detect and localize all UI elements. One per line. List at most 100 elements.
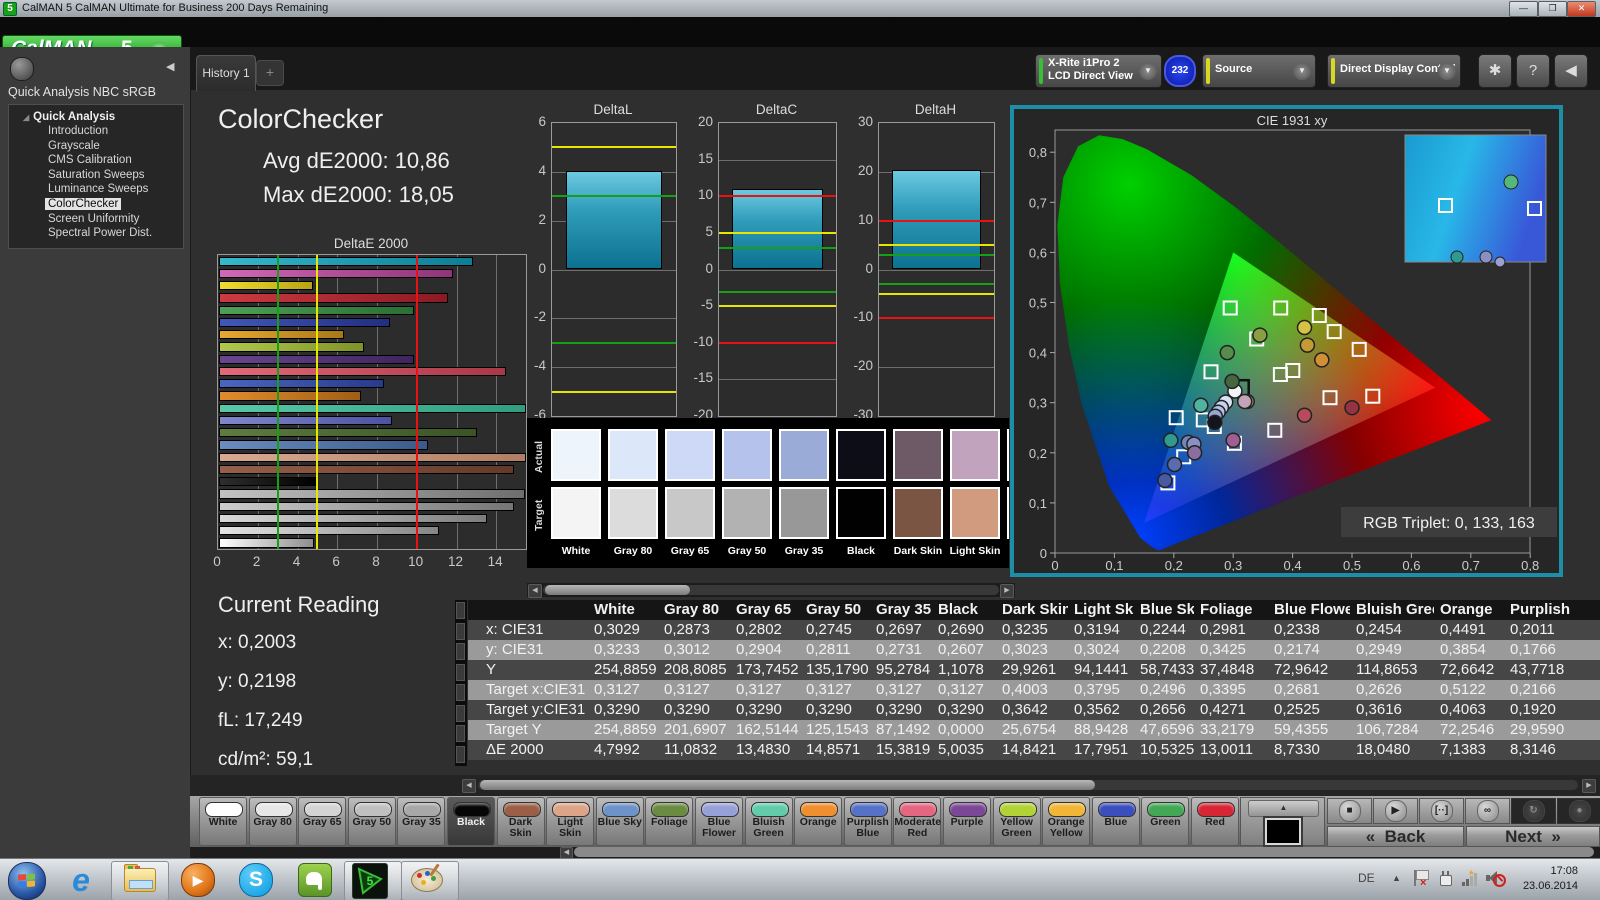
patch-button-bluish-green[interactable]: Bluish Green	[744, 797, 793, 846]
close-button[interactable]: ✕	[1567, 1, 1596, 17]
patch-button-blue[interactable]: Blue	[1091, 797, 1140, 846]
svg-text:0,2: 0,2	[1029, 446, 1047, 461]
stop-button[interactable]: ■	[1327, 798, 1372, 824]
patch-button-dark-skin[interactable]: Dark Skin	[496, 797, 545, 846]
actual-swatch-gray-80	[608, 429, 658, 481]
patch-button-purplish-blue[interactable]: Purplish Blue	[843, 797, 892, 846]
paint-icon[interactable]	[409, 863, 445, 894]
restore-button[interactable]: ❐	[1538, 1, 1567, 17]
table-row: Y 254,8859 208,8085 173,7452 135,1790 95,2784…	[468, 660, 1600, 680]
next-button[interactable]: Next »	[1466, 826, 1600, 847]
measure-continuous-button[interactable]: ∞	[1465, 798, 1510, 824]
patch-button-black[interactable]: Black	[447, 797, 495, 846]
patch-button-gray-80[interactable]: Gray 80	[248, 797, 297, 846]
refresh-button[interactable]: ↻	[1511, 798, 1556, 824]
scroll-right-icon[interactable]: ▶	[1582, 779, 1596, 793]
sidebar-item-grayscale[interactable]: Grayscale	[45, 139, 183, 154]
table-cell: 7,1383	[1440, 741, 1486, 758]
panel-collapse-icon[interactable]: ◀	[1554, 54, 1588, 88]
source-dropdown[interactable]: Source ▼	[1202, 54, 1316, 88]
measure-once-button[interactable]: [··]	[1419, 798, 1464, 824]
patch-button-moderate-red[interactable]: Moderate Red	[893, 797, 942, 846]
sidebar-item-colorchecker[interactable]: ColorChecker	[45, 197, 183, 212]
y-tick-label: 20	[857, 162, 873, 178]
windows-explorer-icon[interactable]	[124, 864, 156, 892]
swatch-compare-panel: Actual Target White Gray 80 Gray 65 Gray 50 Gr…	[527, 418, 1009, 568]
start-button-icon[interactable]	[8, 862, 46, 900]
sidebar-item-spectral-power-dist-[interactable]: Spectral Power Dist.	[45, 226, 183, 241]
scrollbar-thumb[interactable]	[480, 780, 1095, 790]
patch-button-label: White	[208, 816, 238, 828]
add-tab-button[interactable]: +	[256, 60, 284, 86]
tree-expand-icon[interactable]: ◢	[23, 113, 29, 122]
meter-dropdown[interactable]: X-Rite i1Pro 2 LCD Direct View ▼	[1035, 54, 1162, 88]
display-control-dropdown[interactable]: Direct Display Control ▼	[1327, 54, 1461, 88]
minimize-button[interactable]: —	[1509, 1, 1538, 17]
sidebar-item-luminance-sweeps[interactable]: Luminance Sweeps	[45, 182, 183, 197]
sidebar-item-saturation-sweeps[interactable]: Saturation Sweeps	[45, 168, 183, 183]
patch-button-light-skin[interactable]: Light Skin	[546, 797, 595, 846]
sidebar-knob-button[interactable]	[10, 57, 34, 81]
table-cell: 0,2166	[1510, 681, 1556, 698]
scrollbar-thumb[interactable]	[545, 585, 690, 595]
skype-icon[interactable]: S	[239, 863, 273, 897]
table-cell: 0,2873	[664, 621, 710, 638]
table-cell: 0,3562	[1074, 701, 1120, 718]
sidebar-collapse-icon[interactable]: ◀	[166, 60, 174, 73]
patch-color-pill	[601, 802, 640, 817]
table-scrollbar[interactable]: ◀	[190, 847, 1600, 859]
patch-button-gray-50[interactable]: Gray 50	[347, 797, 396, 846]
row-marker	[456, 602, 465, 619]
chevron-down-icon[interactable]: ▼	[1438, 62, 1456, 80]
deltae-bar-foliage	[219, 428, 478, 438]
scroll-right-icon[interactable]: ▶	[1000, 584, 1014, 598]
tray-clock[interactable]: 17:08 23.06.2014	[1523, 864, 1578, 894]
record-button[interactable]: ●	[1557, 798, 1600, 824]
tree-root[interactable]: ◢ Quick Analysis	[23, 111, 183, 123]
patch-button-orange-yellow[interactable]: Orange Yellow	[1042, 797, 1091, 846]
column-header: Light Skin	[1074, 601, 1134, 618]
help-icon[interactable]: ?	[1516, 54, 1550, 88]
settings-gear-icon[interactable]: ✱	[1478, 54, 1512, 88]
table-cell: 0,2697	[876, 621, 922, 638]
patch-button-green[interactable]: Green	[1141, 797, 1190, 846]
row-marker	[456, 704, 465, 722]
hidden-icons-arrow-icon[interactable]: ▲	[1392, 873, 1401, 883]
play-button[interactable]: ▶	[1373, 798, 1418, 824]
table-cell: 94,1441	[1074, 661, 1129, 678]
patch-button-blue-flower[interactable]: Blue Flower	[695, 797, 743, 846]
patch-button-yellow-green[interactable]: Yellow Green	[992, 797, 1041, 846]
language-indicator[interactable]: DE	[1358, 871, 1375, 885]
svg-text:0,4: 0,4	[1029, 346, 1047, 361]
actual-swatch-gray-35	[779, 429, 829, 481]
patch-button-white[interactable]: White	[199, 797, 247, 846]
patch-button-foliage[interactable]: Foliage	[645, 797, 694, 846]
sidebar-item-introduction[interactable]: Introduction	[45, 124, 183, 139]
sidebar-item-screen-uniformity[interactable]: Screen Uniformity	[45, 212, 183, 227]
table-cell: 0,3012	[664, 641, 710, 658]
back-button[interactable]: « Back	[1327, 826, 1464, 847]
patch-button-gray-65[interactable]: Gray 65	[298, 797, 347, 846]
patch-button-blue-sky[interactable]: Blue Sky	[595, 797, 644, 846]
calman-taskbar-icon[interactable]: 5	[352, 863, 388, 899]
sidebar-item-cms-calibration[interactable]: CMS Calibration	[45, 153, 183, 168]
scroll-left-icon[interactable]: ◀	[528, 584, 542, 598]
patch-color-pill	[353, 802, 392, 817]
patch-button-purple[interactable]: Purple	[943, 797, 991, 846]
chevron-down-icon[interactable]: ▼	[1139, 62, 1157, 80]
chart-title: DeltaC	[755, 102, 798, 117]
patch-button-red[interactable]: Red	[1191, 797, 1239, 846]
chevron-down-icon[interactable]: ▼	[1293, 62, 1311, 80]
table-cell: 18,0480	[1356, 741, 1411, 758]
collapse-up-icon[interactable]: ▲	[1248, 800, 1319, 817]
scroll-left-icon[interactable]: ◀	[462, 779, 476, 793]
internet-explorer-icon[interactable]: e	[62, 861, 100, 899]
evernote-icon[interactable]	[298, 863, 332, 897]
patch-button-orange[interactable]: Orange	[794, 797, 843, 846]
limit-line	[719, 246, 836, 249]
patch-button-gray-35[interactable]: Gray 35	[397, 797, 446, 846]
swatch-scrollbar[interactable]: ◀ ▶	[527, 583, 1015, 598]
table-cell: 114,8653	[1356, 661, 1418, 678]
tab-history[interactable]: History 1	[196, 55, 256, 91]
media-player-icon[interactable]: ▶	[181, 863, 215, 897]
